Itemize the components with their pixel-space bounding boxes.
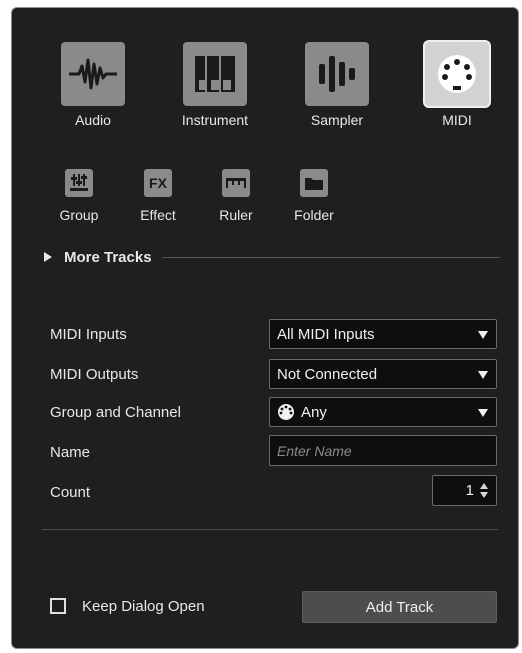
track-type-folder[interactable]: Folder (284, 169, 344, 229)
chevron-down-icon (478, 331, 488, 339)
group-tile[interactable] (65, 169, 93, 197)
expand-arrow-icon (44, 252, 52, 262)
sampler-bars-icon (319, 56, 355, 92)
name-label: Name (50, 444, 91, 461)
divider (42, 529, 498, 530)
chevron-down-icon (478, 371, 488, 379)
folder-icon (305, 178, 323, 190)
midi-inputs-value: All MIDI Inputs (277, 325, 375, 343)
track-type-ruler[interactable]: Ruler (206, 169, 266, 229)
stepper-up-icon[interactable] (480, 483, 488, 489)
audio-tile[interactable] (61, 42, 125, 106)
more-tracks-label: More Tracks (64, 248, 152, 266)
track-type-label: Audio (75, 112, 111, 128)
count-value: 1 (465, 482, 474, 499)
count-label: Count (50, 484, 91, 501)
sampler-tile[interactable] (305, 42, 369, 106)
track-type-label: MIDI (442, 112, 472, 128)
midi-inputs-dropdown[interactable]: All MIDI Inputs (269, 319, 497, 349)
track-type-label: Sampler (310, 112, 364, 128)
small-type-label: Ruler (219, 207, 253, 223)
more-tracks-toggle[interactable]: More Tracks (42, 246, 500, 268)
ruler-icon (226, 178, 246, 188)
midi-inputs-label: MIDI Inputs (50, 326, 127, 343)
divider (161, 256, 500, 258)
name-input[interactable] (269, 435, 497, 466)
count-stepper[interactable]: 1 (432, 475, 497, 506)
track-type-group[interactable]: Group (49, 169, 109, 229)
track-type-label: Instrument (181, 112, 249, 128)
small-type-label: Folder (294, 207, 334, 223)
keep-dialog-open-label[interactable]: Keep Dialog Open (82, 598, 205, 615)
group-fader-icon (70, 174, 88, 191)
group-channel-dropdown[interactable]: Any (269, 397, 497, 427)
track-type-sampler[interactable]: Sampler (297, 42, 377, 142)
group-channel-value: Any (301, 403, 327, 421)
small-type-label: Effect (140, 207, 176, 223)
midi-outputs-dropdown[interactable]: Not Connected (269, 359, 497, 389)
group-channel-label: Group and Channel (50, 404, 181, 421)
track-type-audio[interactable]: Audio (53, 42, 133, 142)
ruler-tile[interactable] (222, 169, 250, 197)
add-track-dialog: Audio Instrument Sampler MIDI Group FX E… (11, 7, 519, 649)
track-type-midi[interactable]: MIDI (417, 42, 497, 142)
chevron-down-icon (478, 409, 488, 417)
effect-tile[interactable]: FX (144, 169, 172, 197)
small-type-label: Group (59, 207, 99, 223)
add-track-button[interactable]: Add Track (302, 591, 497, 623)
stepper-down-icon[interactable] (480, 492, 488, 498)
piano-keys-icon (195, 56, 235, 92)
audio-waveform-icon (69, 58, 117, 90)
track-type-instrument[interactable]: Instrument (175, 42, 255, 142)
instrument-tile[interactable] (183, 42, 247, 106)
track-type-effect[interactable]: FX Effect (128, 169, 188, 229)
midi-connector-icon (278, 404, 294, 420)
midi-connector-icon (438, 55, 476, 93)
keep-dialog-open-checkbox[interactable] (50, 598, 66, 614)
fx-icon: FX (149, 175, 167, 191)
midi-outputs-label: MIDI Outputs (50, 366, 139, 383)
folder-tile[interactable] (300, 169, 328, 197)
midi-outputs-value: Not Connected (277, 365, 378, 383)
midi-tile[interactable] (425, 42, 489, 106)
